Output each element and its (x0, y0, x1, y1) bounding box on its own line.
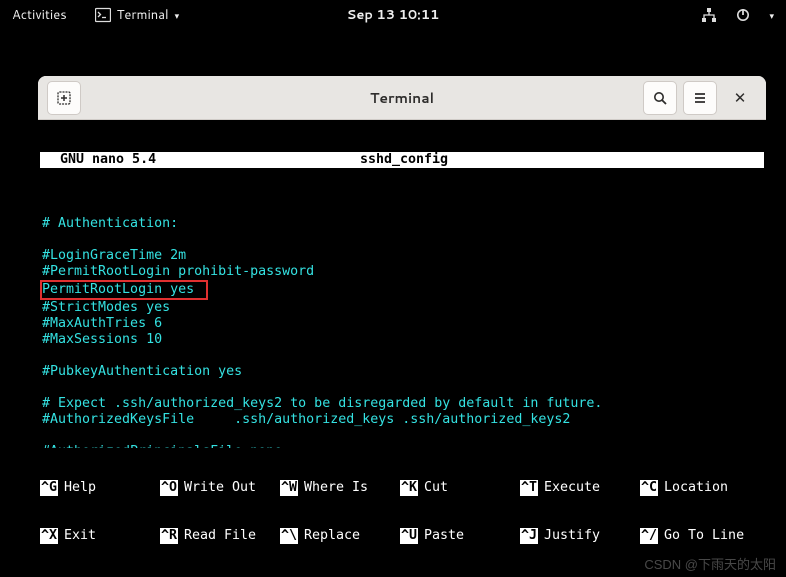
nano-titlebar: GNU nano 5.4 sshd_config GNU nano 5.4 (40, 152, 764, 168)
nano-shortcut: ^X Exit (40, 528, 160, 544)
network-icon (701, 7, 717, 23)
power-icon (735, 7, 751, 23)
shortcut-label: Read File (184, 528, 256, 544)
editor-line (40, 232, 764, 248)
shortcut-key: ^G (40, 480, 58, 496)
window-title: Terminal (370, 88, 434, 108)
menu-button[interactable] (683, 81, 717, 115)
editor-line: # Expect .ssh/authorized_keys2 to be dis… (40, 396, 764, 412)
nano-shortcut: ^R Read File (160, 528, 280, 544)
app-menu-label: Terminal (117, 6, 169, 24)
gnome-topbar: Activities Terminal ▾ Sep 13 10:11 ▾ (0, 0, 786, 30)
terminal-window: Terminal ✕ GNU nano 5.4 sshd_config GNU … (38, 76, 766, 576)
editor-line: #LoginGraceTime 2m (40, 248, 764, 264)
search-icon (652, 90, 668, 106)
shortcut-key: ^O (160, 480, 178, 496)
shortcut-key: ^U (400, 528, 418, 544)
editor-line: #StrictModes yes (40, 300, 764, 316)
editor-line (40, 200, 764, 216)
editor-line: PermitRootLogin yes (40, 280, 764, 300)
nano-shortcut: ^K Cut (400, 480, 520, 496)
shortcut-label: Location (664, 480, 728, 496)
terminal-viewport[interactable]: GNU nano 5.4 sshd_config GNU nano 5.4 # … (38, 120, 766, 576)
activities-button[interactable]: Activities (12, 6, 67, 24)
chevron-down-icon: ▾ (769, 9, 774, 22)
app-menu[interactable]: Terminal ▾ (95, 6, 179, 24)
nano-shortcut: ^O Write Out (160, 480, 280, 496)
shortcut-key: ^\ (280, 528, 298, 544)
watermark: CSDN @下雨天的太阳 (644, 554, 776, 573)
editor-line: # Authentication: (40, 216, 764, 232)
chevron-down-icon: ▾ (175, 9, 180, 22)
hamburger-icon (692, 90, 708, 106)
terminal-app-icon (95, 7, 111, 23)
shortcut-key: ^T (520, 480, 538, 496)
nano-shortcut: ^C Location (640, 480, 760, 496)
close-icon: ✕ (734, 87, 747, 108)
window-titlebar[interactable]: Terminal ✕ (38, 76, 766, 120)
shortcut-key: ^R (160, 528, 178, 544)
shortcut-key: ^J (520, 528, 538, 544)
editor-line: #MaxAuthTries 6 (40, 316, 764, 332)
shortcut-label: Exit (64, 528, 96, 544)
close-button[interactable]: ✕ (723, 81, 757, 115)
editor-line: #PermitRootLogin prohibit-password (40, 264, 764, 280)
search-button[interactable] (643, 81, 677, 115)
shortcut-label: Go To Line (664, 528, 744, 544)
system-status-area[interactable]: ▾ (701, 7, 774, 23)
editor-line: #AuthorizedKeysFile .ssh/authorized_keys… (40, 412, 764, 428)
shortcut-key: ^W (280, 480, 298, 496)
shortcut-label: Cut (424, 480, 448, 496)
shortcut-label: Write Out (184, 480, 256, 496)
shortcut-key: ^X (40, 528, 58, 544)
editor-line: #MaxSessions 10 (40, 332, 764, 348)
nano-shortcut: ^T Execute (520, 480, 640, 496)
nano-version: GNU nano 5.4 (42, 152, 158, 168)
shortcut-label: Replace (304, 528, 360, 544)
nano-shortcut: ^U Paste (400, 528, 520, 544)
shortcut-label: Execute (544, 480, 600, 496)
editor-line (40, 428, 764, 444)
new-tab-button[interactable] (47, 81, 81, 115)
highlighted-config-line: PermitRootLogin yes (40, 280, 208, 300)
nano-shortcut: ^G Help (40, 480, 160, 496)
new-tab-icon (56, 90, 72, 106)
shortcut-label: Paste (424, 528, 464, 544)
shortcut-label: Justify (544, 528, 600, 544)
nano-shortcut: ^J Justify (520, 528, 640, 544)
shortcut-key: ^C (640, 480, 658, 496)
shortcut-key: ^K (400, 480, 418, 496)
editor-line (40, 348, 764, 364)
editor-line: #PubkeyAuthentication yes (40, 364, 764, 380)
nano-filename: sshd_config (358, 152, 450, 168)
clock[interactable]: Sep 13 10:11 (347, 6, 440, 24)
shortcut-label: Help (64, 480, 96, 496)
nano-shortcut: ^/ Go To Line (640, 528, 760, 544)
shortcut-key: ^/ (640, 528, 658, 544)
editor-line (40, 380, 764, 396)
nano-shortcut: ^W Where Is (280, 480, 400, 496)
nano-shortcut: ^\ Replace (280, 528, 400, 544)
shortcut-label: Where Is (304, 480, 368, 496)
